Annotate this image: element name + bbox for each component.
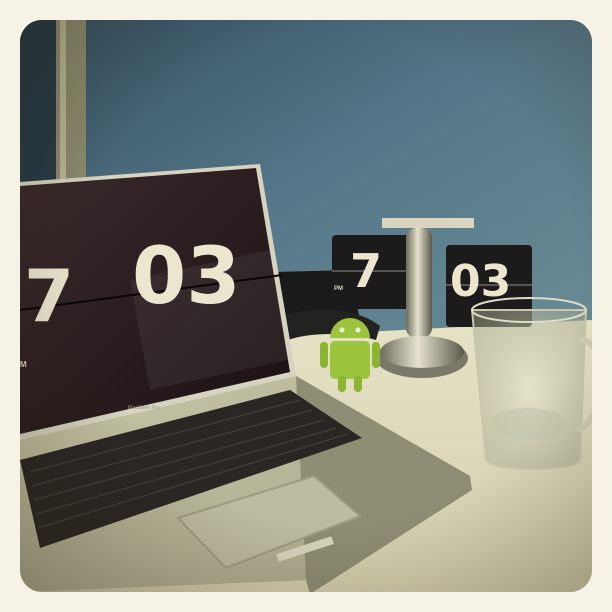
photo: 7 03 M MacBook Pro 7 PM 03 bbox=[20, 20, 592, 592]
flip-clock-stand bbox=[406, 228, 432, 338]
wall-corner bbox=[20, 20, 56, 200]
flip-clock-hour: 7 bbox=[350, 244, 383, 298]
flip-clock-meridiem: PM bbox=[334, 286, 343, 292]
laptop-clock-minutes: 03 bbox=[132, 232, 241, 322]
laptop-brand-label: MacBook Pro bbox=[128, 405, 161, 411]
flip-clock-base bbox=[380, 336, 464, 368]
flip-clock-minutes: 03 bbox=[450, 256, 512, 307]
photo-frame: 7 03 M MacBook Pro 7 PM 03 bbox=[0, 0, 612, 612]
glass-mug bbox=[470, 297, 592, 470]
laptop-clock-meridiem: M bbox=[20, 360, 27, 369]
flip-clock-bar bbox=[382, 218, 474, 228]
laptop-clock-hour: 7 bbox=[24, 254, 75, 338]
